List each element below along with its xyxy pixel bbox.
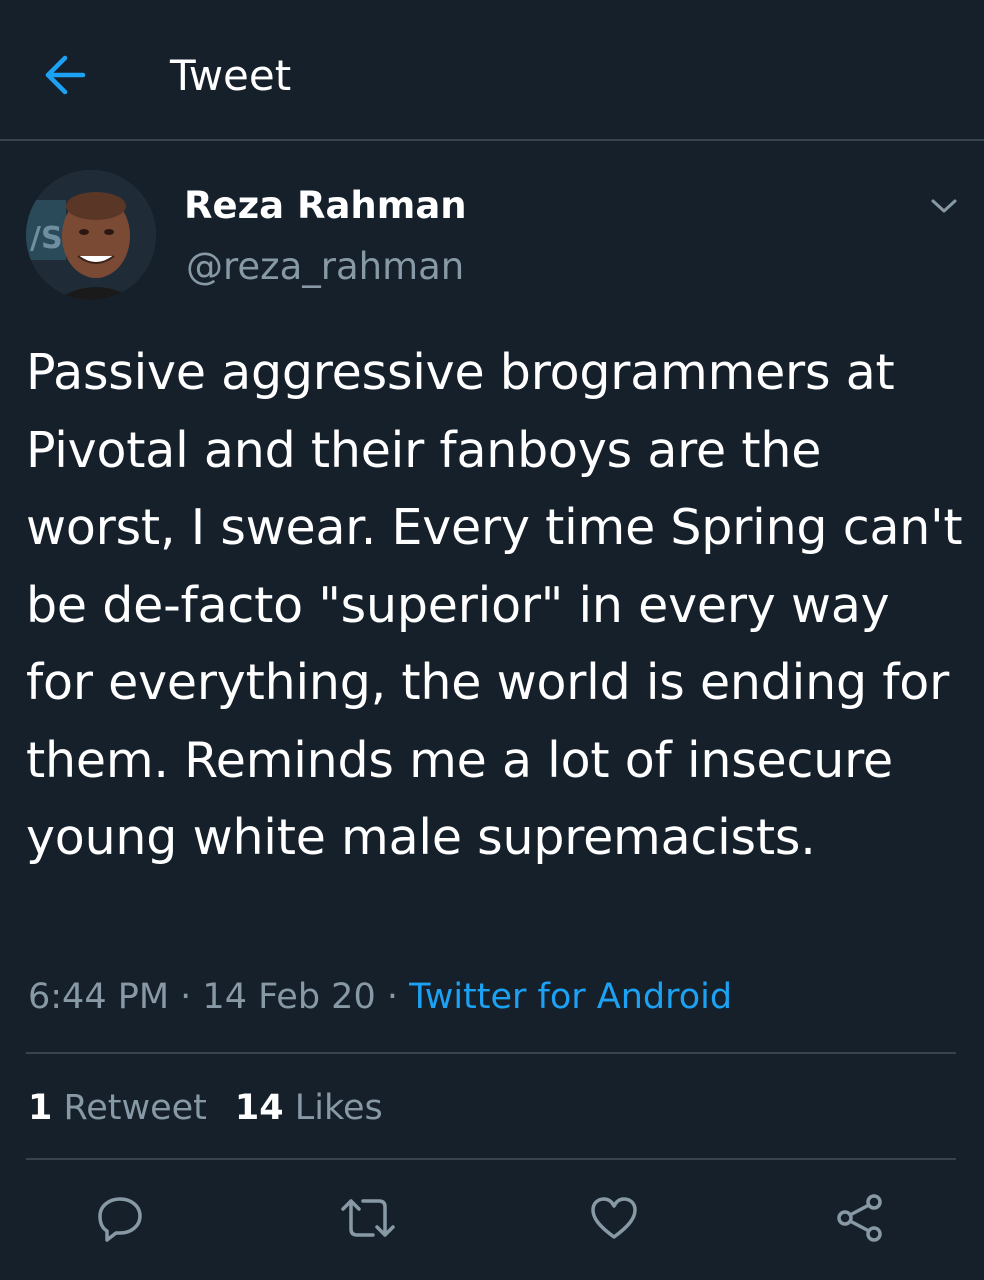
divider: [26, 1052, 956, 1054]
likes-stat[interactable]: 14 Likes: [235, 1088, 383, 1128]
tweet-stats: 1 Retweet 14 Likes: [28, 1084, 383, 1132]
avatar[interactable]: /S: [26, 170, 156, 300]
retweet-icon: [341, 1199, 395, 1237]
tweet-time: 6:44 PM: [28, 977, 170, 1017]
author-handle[interactable]: @reza_rahman: [186, 244, 464, 290]
retweets-label: Retweet: [52, 1088, 207, 1128]
likes-count: 14: [234, 1088, 284, 1128]
author-name[interactable]: Reza Rahman: [184, 183, 467, 229]
meta-separator: ·: [169, 977, 203, 1017]
tweet-menu-button[interactable]: [922, 188, 966, 224]
reply-icon: [98, 1197, 142, 1242]
share-icon: [837, 1194, 882, 1242]
top-app-bar: Tweet: [0, 0, 984, 141]
share-button[interactable]: [830, 1188, 890, 1248]
arrow-left-icon: [45, 55, 86, 95]
tweet-text: Passive aggressive brogrammers at Pivota…: [26, 344, 963, 866]
likes-label: Likes: [283, 1088, 383, 1128]
svg-text:/S: /S: [30, 221, 63, 256]
page-title: Tweet: [170, 51, 292, 100]
tweet-detail-screen: Tweet /S Reza Rahman @reza_rahman Passiv…: [0, 0, 984, 1280]
retweet-button[interactable]: [338, 1188, 398, 1248]
meta-separator: ·: [375, 977, 410, 1017]
retweets-stat[interactable]: 1 Retweet: [28, 1088, 207, 1128]
divider: [26, 1158, 956, 1160]
like-button[interactable]: [584, 1188, 644, 1248]
profile-photo: /S: [26, 170, 156, 300]
tweet-source-link[interactable]: Twitter for Android: [409, 977, 732, 1017]
heart-icon: [591, 1197, 637, 1239]
reply-button[interactable]: [90, 1188, 150, 1248]
tweet-meta: 6:44 PM · 14 Feb 20 · Twitter for Androi…: [28, 973, 958, 1021]
retweets-count: 1: [28, 1088, 53, 1128]
back-button[interactable]: [36, 46, 94, 104]
chevron-down-icon: [931, 199, 957, 213]
tweet-date: 14 Feb 20: [202, 977, 376, 1017]
